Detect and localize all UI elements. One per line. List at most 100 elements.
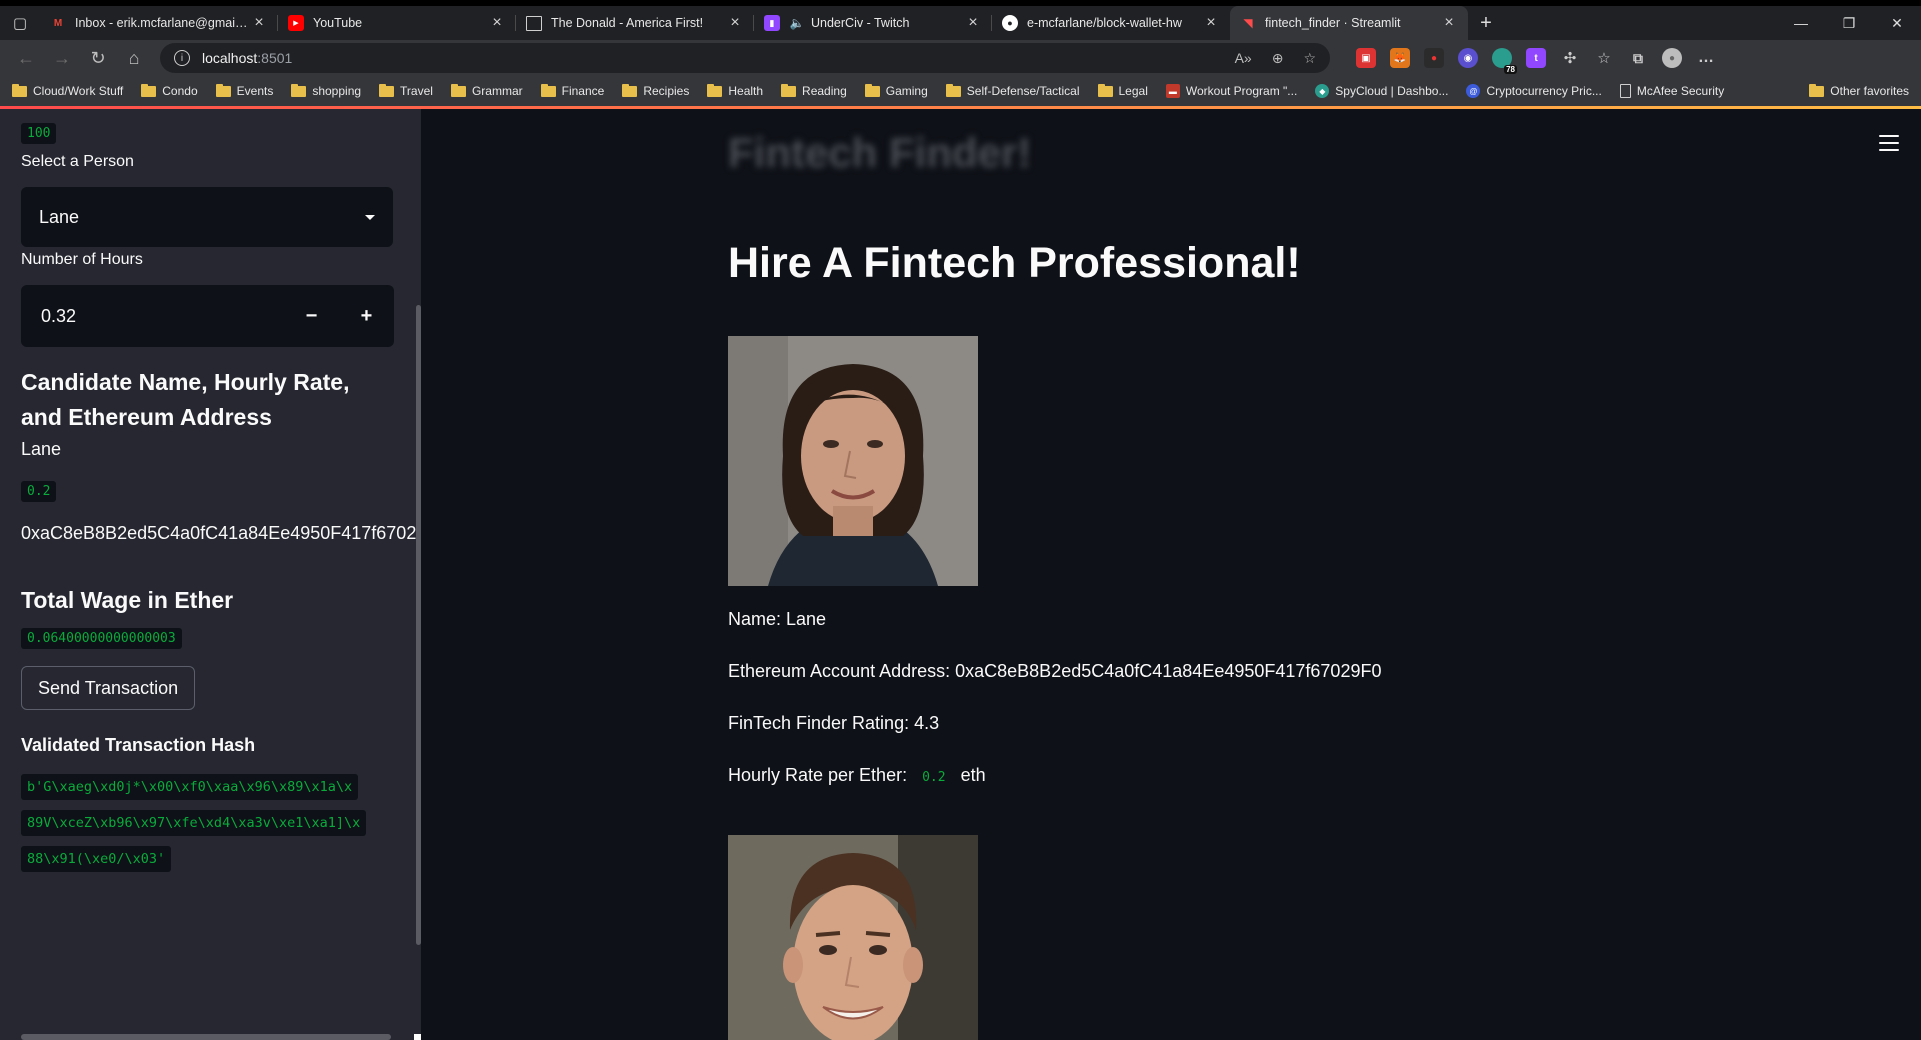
bookmark-folder[interactable]: Health: [707, 83, 763, 98]
workout-site-icon: ▬: [1165, 84, 1180, 98]
zoom-icon[interactable]: ⊕: [1272, 50, 1284, 67]
other-favorites[interactable]: Other favorites: [1809, 83, 1909, 98]
bookmark-folder[interactable]: Events: [215, 83, 273, 98]
github-icon: ●: [1002, 15, 1018, 31]
bookmark-folder[interactable]: Self-Defense/Tactical: [945, 83, 1080, 98]
bookmark-folder[interactable]: Legal: [1097, 83, 1148, 98]
hours-input-value[interactable]: 0.32: [21, 306, 284, 327]
tab-the-donald[interactable]: The Donald - America First! ×: [516, 6, 754, 40]
tab-github[interactable]: ● e-mcfarlane/block-wallet-hw ×: [992, 6, 1230, 40]
extension-blue-icon[interactable]: ◉: [1458, 48, 1478, 68]
metamask-icon[interactable]: 🦊: [1390, 48, 1410, 68]
bookmark-label: Recipies: [643, 84, 690, 98]
scrollbar-corner: [414, 1034, 421, 1040]
bookmark-label: Grammar: [471, 84, 523, 98]
folder-icon: [1809, 83, 1825, 97]
bookmark-label: McAfee Security: [1636, 84, 1725, 98]
folder-icon: [540, 83, 556, 97]
bookmark-folder[interactable]: Cloud/Work Stuff: [12, 83, 123, 98]
candidate-name: Lane: [21, 439, 62, 459]
number-of-hours-label: Number of Hours: [21, 251, 143, 268]
bookmark-label: Other favorites: [1830, 84, 1909, 98]
close-icon[interactable]: ×: [964, 14, 982, 32]
close-icon[interactable]: ×: [1202, 14, 1220, 32]
total-wage-value: 0.06400000000000003: [21, 628, 182, 649]
select-person-value: Lane: [39, 206, 80, 227]
extensions-puzzle-icon[interactable]: ✣: [1560, 48, 1580, 68]
speaker-icon[interactable]: 🔈: [789, 15, 805, 31]
hours-number-input[interactable]: 0.32 − +: [21, 285, 394, 347]
folder-icon: [12, 83, 27, 97]
window-controls: — ❐ ✕: [1777, 6, 1921, 40]
tab-title: fintech_finder · Streamlit: [1265, 16, 1401, 30]
read-aloud-icon[interactable]: A»: [1235, 50, 1252, 67]
hamburger-menu-icon[interactable]: [1879, 135, 1899, 156]
sidebar-horizontal-scrollbar[interactable]: [21, 1034, 391, 1040]
total-wage-heading: Total Wage in Ether: [21, 587, 234, 613]
address-bar[interactable]: i localhost:8501 A» ⊕ ☆: [160, 43, 1330, 73]
close-icon[interactable]: ×: [1440, 14, 1458, 32]
bookmark-label: SpyCloud | Dashbo...: [1335, 84, 1449, 98]
restore-icon[interactable]: ❐: [1825, 6, 1873, 40]
extension-red-icon[interactable]: ▣: [1356, 48, 1376, 68]
add-favorite-icon[interactable]: ☆: [1303, 50, 1316, 67]
bookmark-folder[interactable]: Reading: [781, 83, 847, 98]
close-icon[interactable]: ×: [250, 14, 268, 32]
candidate-rating-line: FinTech Finder Rating: 4.3: [728, 713, 940, 733]
bookmarks-bar: Cloud/Work Stuff Condo Events shopping T…: [0, 76, 1921, 106]
bookmark-label: Workout Program "...: [1185, 84, 1298, 98]
close-window-icon[interactable]: ✕: [1873, 6, 1921, 40]
favorites-icon[interactable]: ☆: [1594, 48, 1614, 68]
tab-twitch[interactable]: ▮ 🔈 UnderCiv - Twitch ×: [754, 6, 992, 40]
bookmark-label: Travel: [400, 84, 433, 98]
extension-badge: 78: [1504, 65, 1517, 74]
more-menu-icon[interactable]: …: [1696, 48, 1716, 68]
bookmark-link[interactable]: @ Cryptocurrency Pric...: [1466, 84, 1602, 98]
folder-icon: [864, 83, 880, 97]
send-transaction-button[interactable]: Send Transaction: [21, 666, 196, 710]
close-icon[interactable]: ×: [488, 14, 506, 32]
bookmark-folder[interactable]: Grammar: [450, 83, 523, 98]
back-icon[interactable]: ←: [8, 43, 44, 73]
bookmark-folder[interactable]: Condo: [141, 83, 198, 98]
decrement-icon[interactable]: −: [284, 285, 339, 347]
site-info-icon[interactable]: i: [174, 50, 190, 66]
extension-badge-icon[interactable]: 78: [1492, 48, 1517, 74]
home-icon[interactable]: ⌂: [116, 43, 152, 73]
bookmark-folder[interactable]: Recipies: [622, 83, 690, 98]
select-person-dropdown[interactable]: Lane: [21, 187, 393, 247]
increment-icon[interactable]: +: [339, 285, 394, 347]
twitch-extension-icon[interactable]: t: [1526, 48, 1546, 68]
candidate-photo-man: [728, 835, 978, 1040]
bookmark-link[interactable]: ▬ Workout Program "...: [1165, 84, 1298, 98]
bookmark-label: Cryptocurrency Pric...: [1486, 84, 1602, 98]
folder-icon: [379, 83, 395, 97]
page-header: Hire A Fintech Professional!: [728, 239, 1301, 287]
tab-streamlit[interactable]: ◥ fintech_finder · Streamlit ×: [1230, 6, 1468, 40]
bookmark-folder[interactable]: shopping: [291, 83, 361, 98]
collections-icon[interactable]: ⧉: [1628, 48, 1648, 68]
reload-icon[interactable]: ↻: [80, 43, 116, 73]
extension-record-icon[interactable]: ●: [1424, 48, 1444, 68]
bookmark-link[interactable]: McAfee Security: [1619, 84, 1725, 98]
bookmark-link[interactable]: ◆ SpyCloud | Dashbo...: [1315, 84, 1448, 98]
extensions-row: ▣ 🦊 ● ◉ 78 t ✣ ☆ ⧉ ● …: [1356, 48, 1716, 74]
sidebar[interactable]: 100 Select a Person Lane Number of Hours…: [0, 109, 421, 1040]
folder-icon: [291, 83, 307, 97]
spycloud-icon: ◆: [1315, 84, 1330, 98]
rate-value: 0.2: [916, 767, 952, 788]
app-title: Fintech Finder!: [728, 129, 1032, 176]
bookmark-folder[interactable]: Finance: [540, 83, 604, 98]
profile-icon[interactable]: ●: [1662, 48, 1682, 68]
bookmark-folder[interactable]: Travel: [379, 83, 433, 98]
close-icon[interactable]: ×: [726, 14, 744, 32]
hash-line: 89V\xceZ\xb96\x97\xfe\xd4\xa3v\xe1\xa1]\…: [21, 810, 367, 836]
folder-icon: [781, 83, 797, 97]
new-tab-icon[interactable]: +: [1468, 6, 1504, 40]
tab-actions-icon[interactable]: ▢: [0, 6, 40, 40]
forward-icon[interactable]: →: [44, 43, 80, 73]
tab-youtube[interactable]: ▶ YouTube ×: [278, 6, 516, 40]
bookmark-folder[interactable]: Gaming: [864, 83, 928, 98]
tab-gmail[interactable]: M Inbox - erik.mcfarlane@gmail.com ×: [40, 6, 278, 40]
minimize-icon[interactable]: —: [1777, 6, 1825, 40]
